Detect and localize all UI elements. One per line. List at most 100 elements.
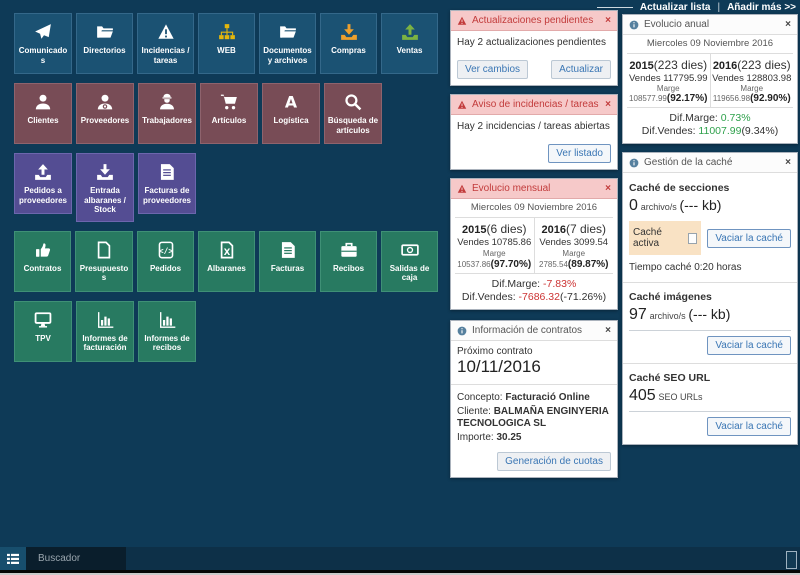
header-divider-line xyxy=(597,7,633,8)
tile-row-4: Contratos Presupuestos Pedidos Albaranes… xyxy=(14,231,438,292)
tile-incidencias-tareas[interactable]: Incidencias / tareas xyxy=(137,13,194,74)
bottom-bar: Buscador xyxy=(0,547,800,570)
tile-label: Proveedores xyxy=(79,116,131,126)
tile-articulos[interactable]: Artículos xyxy=(200,83,258,144)
bar-chart-icon xyxy=(96,311,114,329)
tile-informes-recibos[interactable]: Informes de recibos xyxy=(138,301,196,362)
vaciar-cache-button[interactable]: Vaciar la caché xyxy=(707,336,791,355)
tile-pedidos[interactable]: Pedidos xyxy=(137,231,194,292)
dif-marge-value: -7.83% xyxy=(543,278,576,290)
next-contract-label: Próximo contrato xyxy=(457,346,533,357)
year-column-2015: 2015(223 dies) Vendes 117795.99 Marge 10… xyxy=(627,54,711,107)
generacion-cuotas-button[interactable]: Generación de cuotas xyxy=(497,452,611,471)
dif-vendes-pct: (9.34%) xyxy=(741,125,778,137)
close-icon[interactable]: × xyxy=(785,20,791,30)
cache-secciones-count: 0 archivo/s (--- kb) xyxy=(629,197,791,215)
document-lines-icon xyxy=(158,163,176,181)
tile-label: Pedidos xyxy=(140,264,191,274)
scrollbar-corner[interactable] xyxy=(786,551,797,569)
panel-gestion-cache: Gestión de la caché × Caché de secciones… xyxy=(622,152,798,445)
tile-albaranes[interactable]: Albaranes xyxy=(198,231,255,292)
tile-pedidos-proveedores[interactable]: Pedidos a proveedores xyxy=(14,153,72,214)
tile-tpv[interactable]: TPV xyxy=(14,301,72,362)
cart-icon xyxy=(220,93,238,111)
close-icon[interactable]: × xyxy=(605,100,611,110)
add-more-link[interactable]: Añadir más >> xyxy=(727,2,796,13)
cache-activa-field: Caché activa xyxy=(629,221,701,255)
tile-contratos[interactable]: Contratos xyxy=(14,231,71,292)
count-unit: archivo/s xyxy=(641,202,677,212)
concepto-value: Facturació Online xyxy=(505,392,589,403)
tile-presupuestos[interactable]: Presupuestos xyxy=(75,231,133,292)
tile-ventas[interactable]: Ventas xyxy=(381,13,438,74)
panel-title: Evolucio anual xyxy=(644,19,780,30)
vendes-value: Vendes 10785.86 xyxy=(456,237,533,248)
tile-entrada-albaranes-stock[interactable]: Entrada albaranes / Stock xyxy=(76,153,134,222)
worker-icon xyxy=(158,93,176,111)
dif-marge-line: Dif.Marge: -7.83% xyxy=(455,278,613,290)
tile-documentos-archivos[interactable]: Documentos y archivos xyxy=(259,13,316,74)
tile-label: Albaranes xyxy=(201,264,252,274)
vaciar-cache-button[interactable]: Vaciar la caché xyxy=(707,229,791,248)
tile-clientes[interactable]: Clientes xyxy=(14,83,72,144)
document-lines-icon xyxy=(279,241,297,259)
tile-logistica[interactable]: Logística xyxy=(262,83,320,144)
tile-recibos[interactable]: Recibos xyxy=(320,231,377,292)
dif-marge-label: Dif.Marge: xyxy=(492,278,540,290)
info-icon xyxy=(457,326,467,336)
dif-vendes-pct: (-71.26%) xyxy=(560,291,606,303)
buscador-tab[interactable]: Buscador xyxy=(26,547,126,570)
tile-busqueda-articulos[interactable]: Búsqueda de artículos xyxy=(324,83,382,144)
panel-header: Gestión de la caché × xyxy=(623,153,797,173)
user-badge-icon xyxy=(96,93,114,111)
marge-value: 119656.98 xyxy=(713,94,750,103)
tile-trabajadores[interactable]: Trabajadores xyxy=(138,83,196,144)
tile-label: Entrada albaranes / Stock xyxy=(79,186,131,215)
vaciar-cache-button[interactable]: Vaciar la caché xyxy=(707,417,791,436)
vendes-value: Vendes 117795.99 xyxy=(628,73,709,84)
upload-tray-icon xyxy=(401,23,419,41)
dif-marge-line: Dif.Marge: 0.73% xyxy=(627,112,793,124)
year-label: 2015 xyxy=(629,60,653,72)
menu-grid-button[interactable] xyxy=(0,547,26,570)
ver-cambios-button[interactable]: Ver cambios xyxy=(457,60,528,79)
tile-informes-facturacion[interactable]: Informes de facturación xyxy=(76,301,134,362)
count-value: 0 xyxy=(629,197,638,214)
header-links: Actualizar lista | Añadir más >> xyxy=(597,2,796,13)
close-icon[interactable]: × xyxy=(605,16,611,26)
search-icon xyxy=(344,93,362,111)
ver-listado-button[interactable]: Ver listado xyxy=(548,144,611,163)
cache-imagenes-label: Caché imágenes xyxy=(629,291,791,303)
actualizar-button[interactable]: Actualizar xyxy=(551,60,611,79)
tile-label: Facturas de proveedores xyxy=(141,186,193,205)
cache-activa-row: Caché activa Vaciar la caché xyxy=(629,221,791,255)
list-icon xyxy=(6,553,20,565)
tile-web[interactable]: WEB xyxy=(198,13,255,74)
refresh-list-link[interactable]: Actualizar lista xyxy=(640,2,711,13)
importe-label: Importe: xyxy=(457,432,494,443)
tile-facturas[interactable]: Facturas xyxy=(259,231,316,292)
cache-activa-checkbox[interactable] xyxy=(688,233,698,244)
close-icon[interactable]: × xyxy=(605,184,611,194)
tile-salidas-caja[interactable]: Salidas de caja xyxy=(381,231,438,292)
tile-label: Búsqueda de artículos xyxy=(327,116,379,135)
tile-directorios[interactable]: Directorios xyxy=(76,13,133,74)
tile-label: Pedidos a proveedores xyxy=(17,186,69,205)
panel-evolucio-mensual: Evolucio mensual × Miercoles 09 Noviembr… xyxy=(450,178,618,310)
tile-comunicados[interactable]: Comunicados xyxy=(14,13,72,74)
year-comparison: 2015(223 dies) Vendes 117795.99 Marge 10… xyxy=(627,54,793,108)
days-label: (6 dies) xyxy=(486,222,526,236)
year-column-2016: 2016(223 dies) Vendes 128803.98 Marge 11… xyxy=(711,54,794,107)
tile-proveedores[interactable]: Proveedores xyxy=(76,83,134,144)
close-icon[interactable]: × xyxy=(785,158,791,168)
close-icon[interactable]: × xyxy=(605,326,611,336)
widget-column-left: Actualizaciones pendientes × Hay 2 actua… xyxy=(450,10,618,486)
tile-compras[interactable]: Compras xyxy=(320,13,377,74)
count-size: (--- kb) xyxy=(679,197,721,213)
cache-seo-count: 405 SEO URLs xyxy=(629,387,791,405)
dif-marge-label: Dif.Marge: xyxy=(669,112,717,124)
dif-vendes-value: -7686.32 xyxy=(519,291,560,303)
tile-label: Ventas xyxy=(384,46,435,56)
folder-icon xyxy=(279,23,297,41)
tile-facturas-proveedores[interactable]: Facturas de proveedores xyxy=(138,153,196,214)
